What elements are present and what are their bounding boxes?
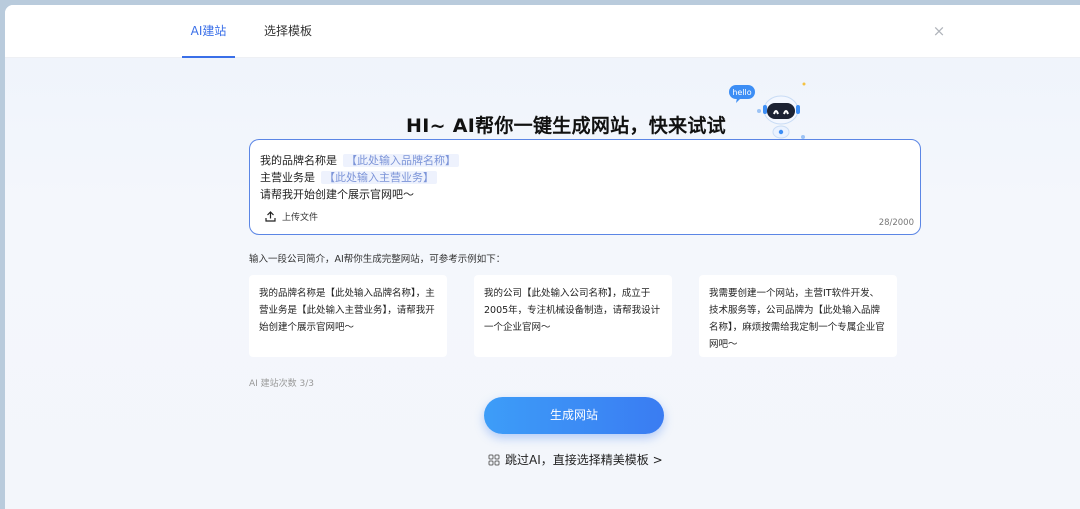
example-card[interactable]: 我的品牌名称是【此处输入品牌名称】，主营业务是【此处输入主营业务】，请帮我开始创… [249, 275, 447, 357]
close-button[interactable]: × [931, 23, 947, 39]
prompt-line-brand: 我的品牌名称是 【此处输入品牌名称】 [260, 152, 459, 168]
prompt-line-business: 主营业务是 【此处输入主营业务】 [260, 169, 437, 185]
ai-build-quota: AI 建站次数 3/3 [249, 379, 315, 389]
upload-file-label: 上传文件 [282, 213, 319, 223]
dialog-header: AI建站 选择模板 × [5, 5, 1080, 58]
tab-ai-build[interactable]: AI建站 [182, 5, 235, 58]
generate-website-button[interactable]: 生成网站 [484, 397, 664, 434]
template-grid-icon [488, 454, 500, 465]
prompt-line-brand-text: 我的品牌名称是 [260, 154, 337, 167]
robot-mascot-icon: hello [729, 82, 806, 139]
example-card[interactable]: 我需要创建一个网站，主营IT软件开发、技术服务等，公司品牌为【此处输入品牌名称】… [699, 275, 897, 357]
prompt-line-business-text: 主营业务是 [260, 171, 315, 184]
upload-icon [265, 211, 276, 222]
tab-select-template[interactable]: 选择模板 [262, 5, 314, 58]
example-hint: 输入一段公司简介，AI帮你生成完整网站，可参考示例如下： [249, 254, 506, 265]
example-card[interactable]: 我的公司【此处输入公司名称】，成立于2005年，专注机械设备制造，请帮我设计一个… [474, 275, 672, 357]
hello-badge: hello [732, 88, 751, 97]
skip-ai-link[interactable]: 跳过AI，直接选择精美模板 > [488, 451, 663, 468]
brand-name-placeholder[interactable]: 【此处输入品牌名称】 [343, 154, 459, 167]
upload-file-button[interactable]: 上传文件 [265, 210, 318, 223]
skip-ai-label: 跳过AI，直接选择精美模板 > [505, 453, 663, 467]
prompt-textarea[interactable]: 我的品牌名称是 【此处输入品牌名称】 主营业务是 【此处输入主营业务】 请帮我开始创… [249, 139, 921, 235]
business-placeholder[interactable]: 【此处输入主营业务】 [321, 171, 437, 184]
prompt-line-request: 请帮我开始创建个展示官网吧～ [260, 188, 414, 201]
char-counter: 28/2000 [878, 218, 914, 228]
ai-build-dialog: AI建站 选择模板 × HI~ AI帮你一键生成网站，快来试试吧！ hello … [5, 5, 1080, 509]
